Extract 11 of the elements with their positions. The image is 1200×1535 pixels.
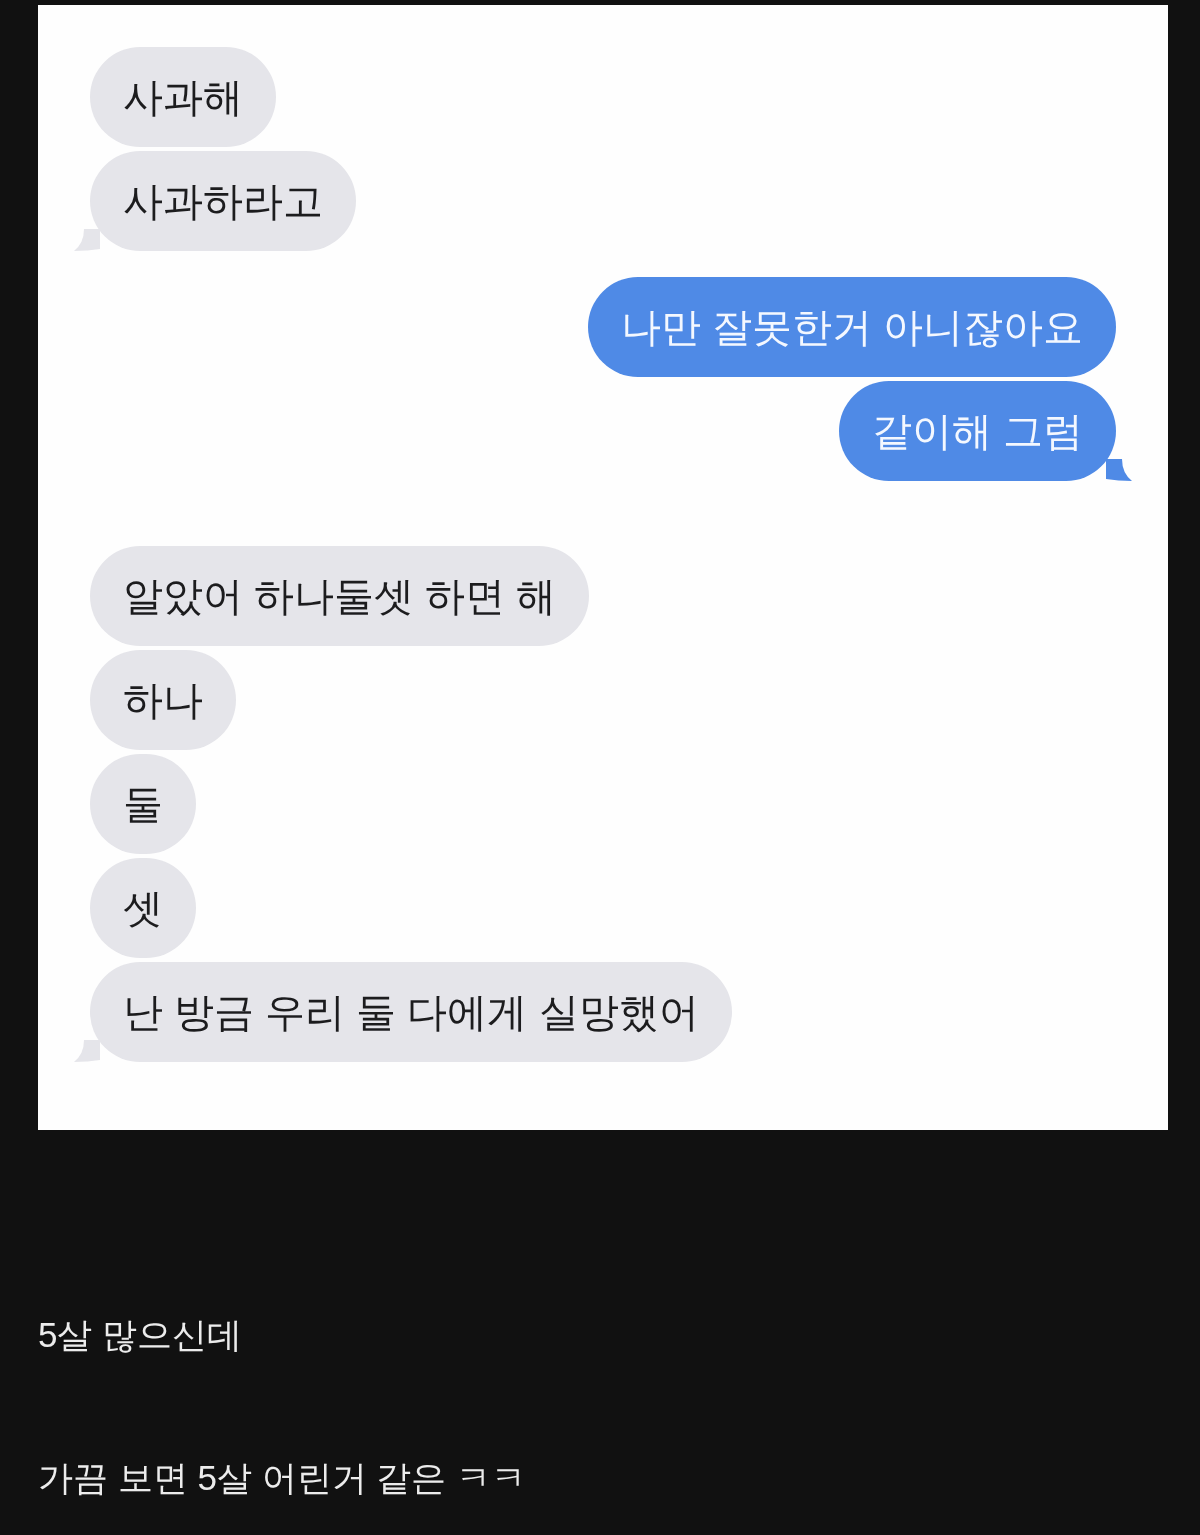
message-bubble: 하나: [90, 650, 236, 750]
comment-text: 5살 많으신데: [38, 1314, 243, 1356]
message-bubble: 셋: [90, 858, 196, 958]
message-bubble: 둘: [90, 754, 196, 854]
message-bubble: 같이해 그럼: [838, 381, 1116, 481]
comment-text: 가끔 보면 5살 어린거 같은 ㅋㅋ: [38, 1457, 527, 1499]
message-bubble: 사과해: [90, 47, 276, 147]
message-bubble: 난 방금 우리 둘 다에게 실망했어: [90, 962, 732, 1062]
message-bubble: 알았어 하나둘셋 하면 해: [90, 546, 590, 646]
message-bubble: 사과하라고: [90, 151, 356, 251]
message-bubble: 나만 잘못한거 아니잖아요: [587, 277, 1116, 377]
